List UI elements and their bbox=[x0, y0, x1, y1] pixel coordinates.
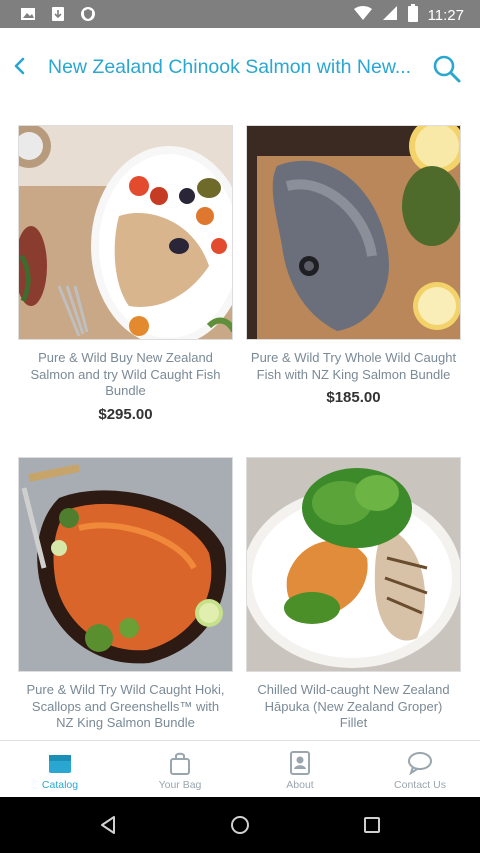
product-price: $295.00 bbox=[98, 405, 153, 423]
product-name[interactable]: Chilled Wild-caught New Zealand Hāpuka (… bbox=[246, 682, 461, 732]
about-icon bbox=[287, 751, 313, 775]
clock: 11:27 bbox=[427, 6, 464, 24]
tab-about[interactable]: About bbox=[240, 741, 360, 798]
catalog-icon bbox=[47, 751, 73, 775]
download-icon bbox=[50, 6, 66, 22]
page-title: New Zealand Chinook Salmon with New... bbox=[48, 56, 412, 78]
tab-label: Your Bag bbox=[158, 779, 202, 791]
tab-contact-us[interactable]: Contact Us bbox=[360, 741, 480, 798]
bottom-tab-bar: Catalog Your Bag About Contact Us bbox=[0, 740, 480, 798]
home-nav-icon[interactable] bbox=[228, 813, 252, 837]
product-name[interactable]: Pure & Wild Try Wild Caught Hoki, Scallo… bbox=[18, 682, 233, 732]
product-card[interactable]: Pure & Wild Buy New Zealand Salmon and t… bbox=[18, 125, 233, 423]
system-nav-bar bbox=[0, 797, 480, 853]
tab-catalog[interactable]: Catalog bbox=[0, 741, 120, 798]
battery-icon bbox=[407, 4, 418, 26]
product-name[interactable]: Pure & Wild Try Whole Wild Caught Fish w… bbox=[246, 350, 461, 383]
product-grid: Pure & Wild Buy New Zealand Salmon and t… bbox=[0, 108, 480, 740]
bag-icon bbox=[167, 751, 193, 775]
shield-icon bbox=[80, 6, 96, 22]
product-image[interactable] bbox=[246, 457, 461, 672]
back-icon[interactable] bbox=[8, 54, 32, 78]
product-card[interactable]: Pure & Wild Try Whole Wild Caught Fish w… bbox=[246, 125, 461, 406]
product-image[interactable] bbox=[18, 457, 233, 672]
tab-label: Contact Us bbox=[394, 779, 446, 791]
product-card[interactable]: Chilled Wild-caught New Zealand Hāpuka (… bbox=[246, 457, 461, 738]
tab-label: About bbox=[286, 779, 314, 791]
tab-your-bag[interactable]: Your Bag bbox=[120, 741, 240, 798]
product-price: $185.00 bbox=[326, 389, 381, 406]
app-bar: New Zealand Chinook Salmon with New... bbox=[0, 28, 480, 108]
product-image[interactable] bbox=[246, 125, 461, 340]
product-card[interactable]: Pure & Wild Try Wild Caught Hoki, Scallo… bbox=[18, 457, 233, 738]
status-bar: 11:27 bbox=[0, 0, 480, 28]
product-image[interactable] bbox=[18, 125, 233, 340]
wifi-icon bbox=[353, 5, 372, 25]
search-icon[interactable] bbox=[432, 54, 462, 84]
chat-icon bbox=[407, 751, 433, 776]
signal-icon bbox=[382, 5, 398, 25]
product-name[interactable]: Pure & Wild Buy New Zealand Salmon and t… bbox=[18, 350, 233, 400]
recents-nav-icon[interactable] bbox=[360, 813, 384, 837]
back-nav-icon[interactable] bbox=[96, 813, 120, 837]
tab-label: Catalog bbox=[41, 779, 79, 791]
image-icon bbox=[20, 6, 36, 22]
